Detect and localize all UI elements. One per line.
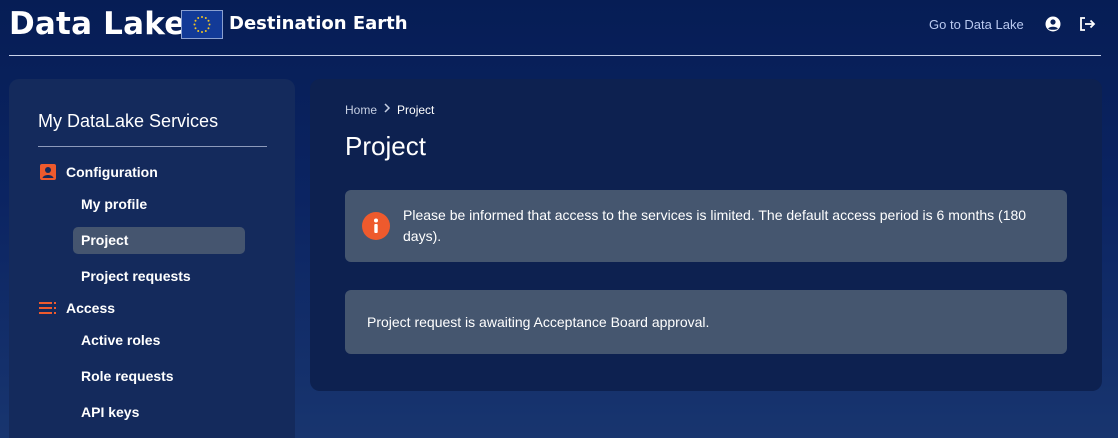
breadcrumb-home-link[interactable]: Home [345, 102, 377, 118]
app-title: Data Lake [9, 6, 186, 42]
status-alert-text: Project request is awaiting Acceptance B… [367, 314, 710, 330]
sidebar-section-configuration: Configuration [38, 162, 158, 182]
top-header: Data Lake Destination Earth Go to Data L… [0, 0, 1118, 56]
sidebar-title: My DataLake Services [38, 111, 219, 131]
main-panel: Home Project Project Please be informed … [310, 79, 1102, 391]
sidebar-item-project-requests[interactable]: Project requests [73, 263, 199, 290]
sidebar-item-active-roles[interactable]: Active roles [73, 327, 168, 354]
chevron-right-icon [383, 102, 391, 118]
user-badge-icon [38, 162, 58, 182]
go-to-data-lake-link[interactable]: Go to Data Lake [929, 16, 1024, 34]
breadcrumb: Home Project [345, 102, 434, 118]
eu-flag-logo [181, 10, 223, 39]
logout-icon[interactable] [1077, 14, 1097, 34]
info-alert: Please be informed that access to the se… [345, 190, 1067, 262]
info-alert-text: Please be informed that access to the se… [403, 207, 1027, 244]
sidebar-item-project[interactable]: Project [73, 227, 245, 254]
sidebar-divider [38, 146, 267, 147]
sidebar: My DataLake Services Configuration My pr… [9, 79, 295, 438]
destination-earth-logo-text: Destination Earth [229, 13, 408, 34]
sidebar-item-role-requests[interactable]: Role requests [73, 363, 182, 390]
status-alert: Project request is awaiting Acceptance B… [345, 290, 1067, 354]
header-divider [9, 55, 1101, 56]
page-title: Project [345, 131, 426, 161]
list-icon [38, 298, 58, 318]
sidebar-item-my-profile[interactable]: My profile [73, 191, 155, 218]
breadcrumb-current: Project [397, 103, 435, 117]
sidebar-section-label: Configuration [66, 164, 158, 180]
sidebar-section-access: Access [38, 298, 115, 318]
sidebar-item-api-keys[interactable]: API keys [73, 399, 147, 426]
info-icon [362, 212, 390, 240]
sidebar-section-label: Access [66, 300, 116, 316]
user-circle-icon[interactable] [1043, 14, 1063, 34]
